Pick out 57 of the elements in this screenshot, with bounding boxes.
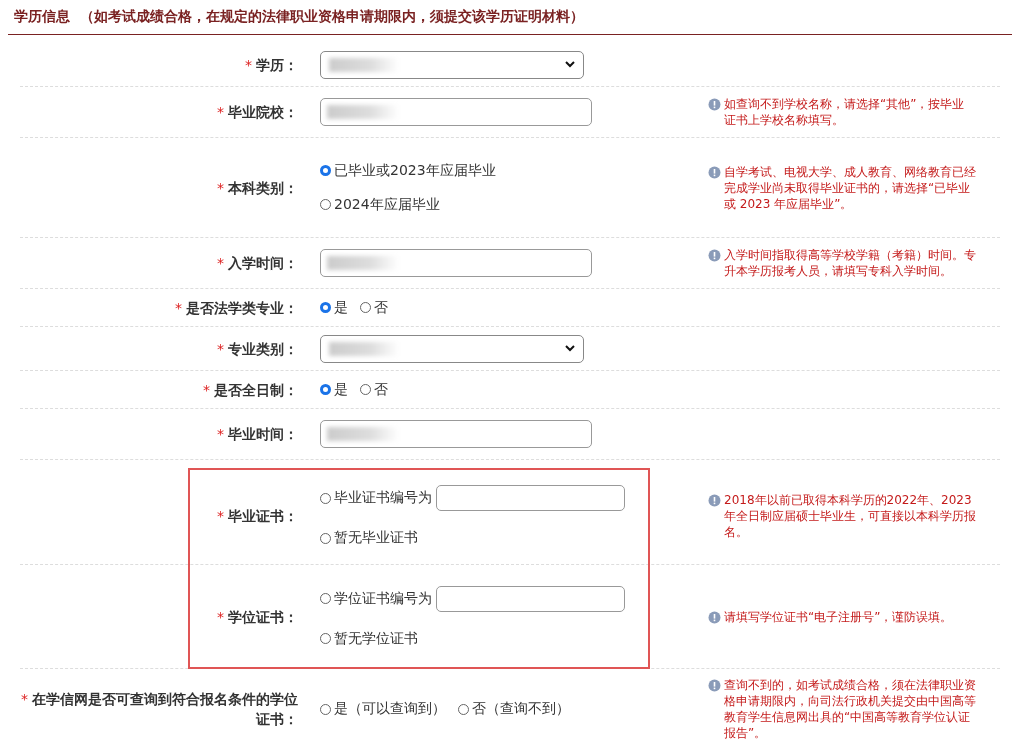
required-mark: *	[217, 508, 224, 524]
radio-option[interactable]: 暂无学位证书	[320, 629, 418, 648]
required-mark: *	[217, 179, 224, 196]
input-field[interactable]	[436, 585, 625, 612]
radio-option[interactable]: 2024年应届毕业	[320, 195, 440, 214]
field-label: 入学时间：	[228, 255, 298, 271]
radio-option[interactable]: 是	[320, 380, 348, 399]
radio-option[interactable]: 暂无毕业证书	[320, 529, 418, 547]
hint-text: 自学考试、电视大学、成人教育、网络教育已经完成学业尚未取得毕业证书的，请选择“已毕业或 2023 年应届毕业”。	[724, 163, 976, 212]
required-mark: *	[217, 608, 224, 625]
field-label: 是否法学类专业：	[186, 299, 298, 316]
section-note: （如考试成绩合格，在规定的法律职业资格申请期限内，须提交该学历证明材料）	[80, 8, 584, 26]
hint-text: 查询不到的，如考试成绩合格，须在法律职业资格申请期限内，向司法行政机关提交由中国高等教育学生信息网出具的“中国高等教育学位认证报告”。	[724, 677, 976, 741]
info-icon	[708, 610, 721, 624]
chevron-icon	[565, 345, 575, 352]
section-title: 学历信息	[14, 8, 70, 26]
hint-text: 2018年以前已取得本科学历的2022年、2023年全日制应届硕士毕业生，可直接以本科学历报名。	[724, 492, 976, 540]
radio-option[interactable]: 是	[320, 298, 348, 317]
required-mark: *	[217, 340, 224, 357]
radio-option[interactable]: 毕业证书编号为	[320, 489, 432, 507]
required-mark: *	[175, 299, 182, 316]
required-mark: *	[217, 104, 224, 120]
hint-text: 如查询不到学校名称，请选择“其他”，按毕业证书上学校名称填写。	[724, 96, 966, 128]
input-field[interactable]	[436, 485, 625, 511]
hint-text: 入学时间指取得高等学校学籍（考籍）时间。专升本学历报考人员，请填写专科入学时间。	[724, 247, 976, 279]
dropdown-select[interactable]	[320, 50, 584, 79]
field-label: 在学信网是否可查询到符合报名条件的学位证书：	[32, 691, 298, 727]
required-mark: *	[245, 56, 252, 73]
input-field[interactable]	[320, 249, 592, 277]
required-mark: *	[217, 426, 224, 442]
field-label: 是否全日制：	[214, 381, 298, 398]
hint-text: 请填写学位证书“电子注册号”，谨防误填。	[724, 608, 953, 625]
radio-option[interactable]: 是（可以查询到）	[320, 700, 446, 718]
field-label: 学位证书：	[228, 608, 298, 625]
chevron-icon	[565, 61, 575, 68]
input-field[interactable]	[320, 420, 592, 448]
input-field[interactable]	[320, 98, 592, 126]
radio-option[interactable]: 已毕业或2023年应届毕业	[320, 161, 496, 180]
field-label: 毕业证书：	[228, 508, 298, 524]
radio-option[interactable]: 学位证书编号为	[320, 589, 432, 608]
field-label: 专业类别：	[228, 340, 298, 357]
field-label: 学历：	[256, 56, 298, 73]
field-label: 毕业时间：	[228, 426, 298, 442]
info-icon	[708, 679, 721, 692]
radio-option[interactable]: 否	[360, 298, 388, 317]
radio-option[interactable]: 否（查询不到）	[458, 700, 570, 718]
info-icon	[708, 98, 721, 111]
field-label: 本科类别：	[228, 179, 298, 196]
info-icon	[708, 165, 721, 179]
required-mark: *	[217, 255, 224, 271]
info-icon	[708, 494, 721, 507]
radio-option[interactable]: 否	[360, 380, 388, 399]
info-icon	[708, 249, 721, 262]
dropdown-select[interactable]	[320, 334, 584, 363]
required-mark: *	[203, 381, 210, 398]
field-label: 毕业院校：	[228, 104, 298, 120]
required-mark: *	[21, 691, 28, 707]
